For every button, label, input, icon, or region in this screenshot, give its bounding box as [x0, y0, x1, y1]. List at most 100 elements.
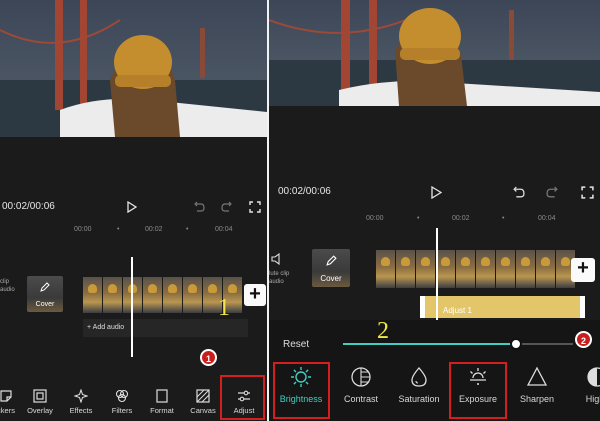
tab-overlay[interactable]: Overlay [20, 389, 60, 415]
ruler-tick: 00:00 [74, 226, 92, 233]
video-preview [269, 0, 600, 106]
saturation-icon [411, 367, 427, 387]
step-number-1: 1 [218, 295, 230, 321]
tool-label: Highli [585, 394, 600, 404]
play-icon [431, 185, 443, 200]
canvas-icon [196, 389, 210, 403]
clip-frame [516, 250, 535, 288]
fullscreen-button[interactable] [581, 186, 594, 202]
video-preview [0, 0, 267, 137]
tab-label: Format [150, 406, 174, 415]
clip-frame [376, 250, 395, 288]
tab-canvas[interactable]: Canvas [183, 389, 223, 415]
ruler-tick: 00:00 [366, 215, 384, 222]
tool-label: Sharpen [519, 394, 555, 404]
adjust-clip-track[interactable]: Adjust 1 [420, 296, 585, 318]
tool-highlight[interactable]: Highli [567, 366, 600, 404]
redo-icon [546, 186, 558, 198]
playback-bar: 00:02/00:06 [269, 185, 600, 202]
exposure-highlight-box [449, 362, 507, 419]
cover-button[interactable]: Cover [312, 249, 350, 287]
clip-frame [143, 277, 162, 313]
slider-fill [343, 343, 516, 345]
cover-button[interactable]: Cover [27, 276, 63, 312]
tab-format[interactable]: Format [142, 389, 182, 415]
cover-label: Cover [35, 301, 55, 308]
tab-label: Filters [111, 406, 133, 415]
clip-frame [163, 277, 182, 313]
video-frame-image [269, 0, 600, 106]
add-clip-button[interactable]: + [244, 284, 266, 306]
tool-saturation[interactable]: Saturation [389, 366, 449, 404]
video-clip-strip[interactable] [376, 250, 576, 288]
ruler-tick: 00:02 [452, 215, 470, 222]
brightness-slider[interactable] [343, 338, 573, 350]
tab-filters[interactable]: Filters [102, 389, 142, 415]
step-number-2: 2 [377, 318, 389, 344]
playback-bar: 00:02/00:06 [0, 200, 267, 216]
time-display: 00:02/00:06 [278, 186, 331, 197]
time-ruler: 00:00 • 00:02 • 00:04 [366, 215, 556, 222]
mute-clip-audio-button[interactable]: lute clip audio [269, 252, 289, 286]
cover-label: Cover [320, 274, 342, 283]
video-frame-image [0, 0, 267, 137]
ruler-tick: 00:02 [145, 226, 163, 233]
speaker-icon [271, 252, 280, 266]
effects-icon [74, 389, 88, 403]
play-button[interactable] [431, 185, 443, 202]
tab-label: Effects [69, 406, 93, 415]
ruler-tick: 00:04 [215, 226, 233, 233]
tool-sharpen[interactable]: Sharpen [507, 366, 567, 404]
time-ruler: 00:00 • 00:02 • 00:04 [74, 226, 233, 233]
fullscreen-icon [581, 186, 594, 199]
edit-icon [40, 282, 50, 292]
adjust-clip-label: Adjust 1 [443, 306, 472, 315]
edit-icon [325, 255, 337, 266]
playhead[interactable] [131, 257, 133, 357]
clip-frame [496, 250, 515, 288]
contrast-icon [351, 367, 371, 387]
sharpen-icon [526, 366, 548, 386]
clip-frame [476, 250, 495, 288]
clip-frame [183, 277, 202, 313]
ruler-tick: 00:04 [538, 215, 556, 222]
step-badge-2: 2 [575, 331, 592, 348]
filters-icon [115, 389, 129, 403]
undo-button[interactable] [512, 186, 525, 202]
highlight-icon [587, 367, 600, 387]
format-icon [156, 389, 168, 403]
clip-frame [456, 250, 475, 288]
play-icon [127, 200, 138, 214]
mute-clip-audio-label: lute clip audio [269, 271, 290, 285]
tab-label: Overlay [27, 406, 53, 415]
brightness-highlight-box [273, 362, 330, 419]
add-clip-button[interactable]: + [571, 258, 595, 282]
left-panel: 00:02/00:06 00:00 • 00:02 • 00:04 clip a… [0, 0, 267, 421]
clip-frame [436, 250, 455, 288]
mute-clip-audio-label[interactable]: clip audio [0, 278, 15, 294]
tab-label: ckers [0, 406, 15, 415]
tool-label: Saturation [398, 394, 440, 404]
play-button[interactable] [127, 200, 138, 216]
clip-frame [416, 250, 435, 288]
undo-button[interactable] [193, 201, 205, 216]
playhead[interactable] [436, 228, 438, 320]
adjust-highlight-box [220, 375, 265, 420]
fullscreen-button[interactable] [249, 201, 261, 216]
redo-icon [221, 201, 232, 212]
redo-button[interactable] [546, 186, 559, 202]
clip-frame [536, 250, 555, 288]
clip-frame [396, 250, 415, 288]
add-audio-label: + Add audio [87, 324, 125, 331]
reset-button[interactable]: Reset [283, 339, 309, 350]
fullscreen-icon [249, 201, 261, 213]
time-display: 00:02/00:06 [2, 201, 55, 212]
tool-label: Contrast [343, 394, 378, 404]
clip-frame [83, 277, 102, 313]
tool-contrast[interactable]: Contrast [331, 366, 391, 404]
tab-effects[interactable]: Effects [61, 389, 101, 415]
undo-icon [513, 186, 525, 198]
redo-button[interactable] [221, 201, 233, 216]
slider-handle[interactable] [509, 338, 522, 350]
overlay-icon [33, 389, 47, 403]
